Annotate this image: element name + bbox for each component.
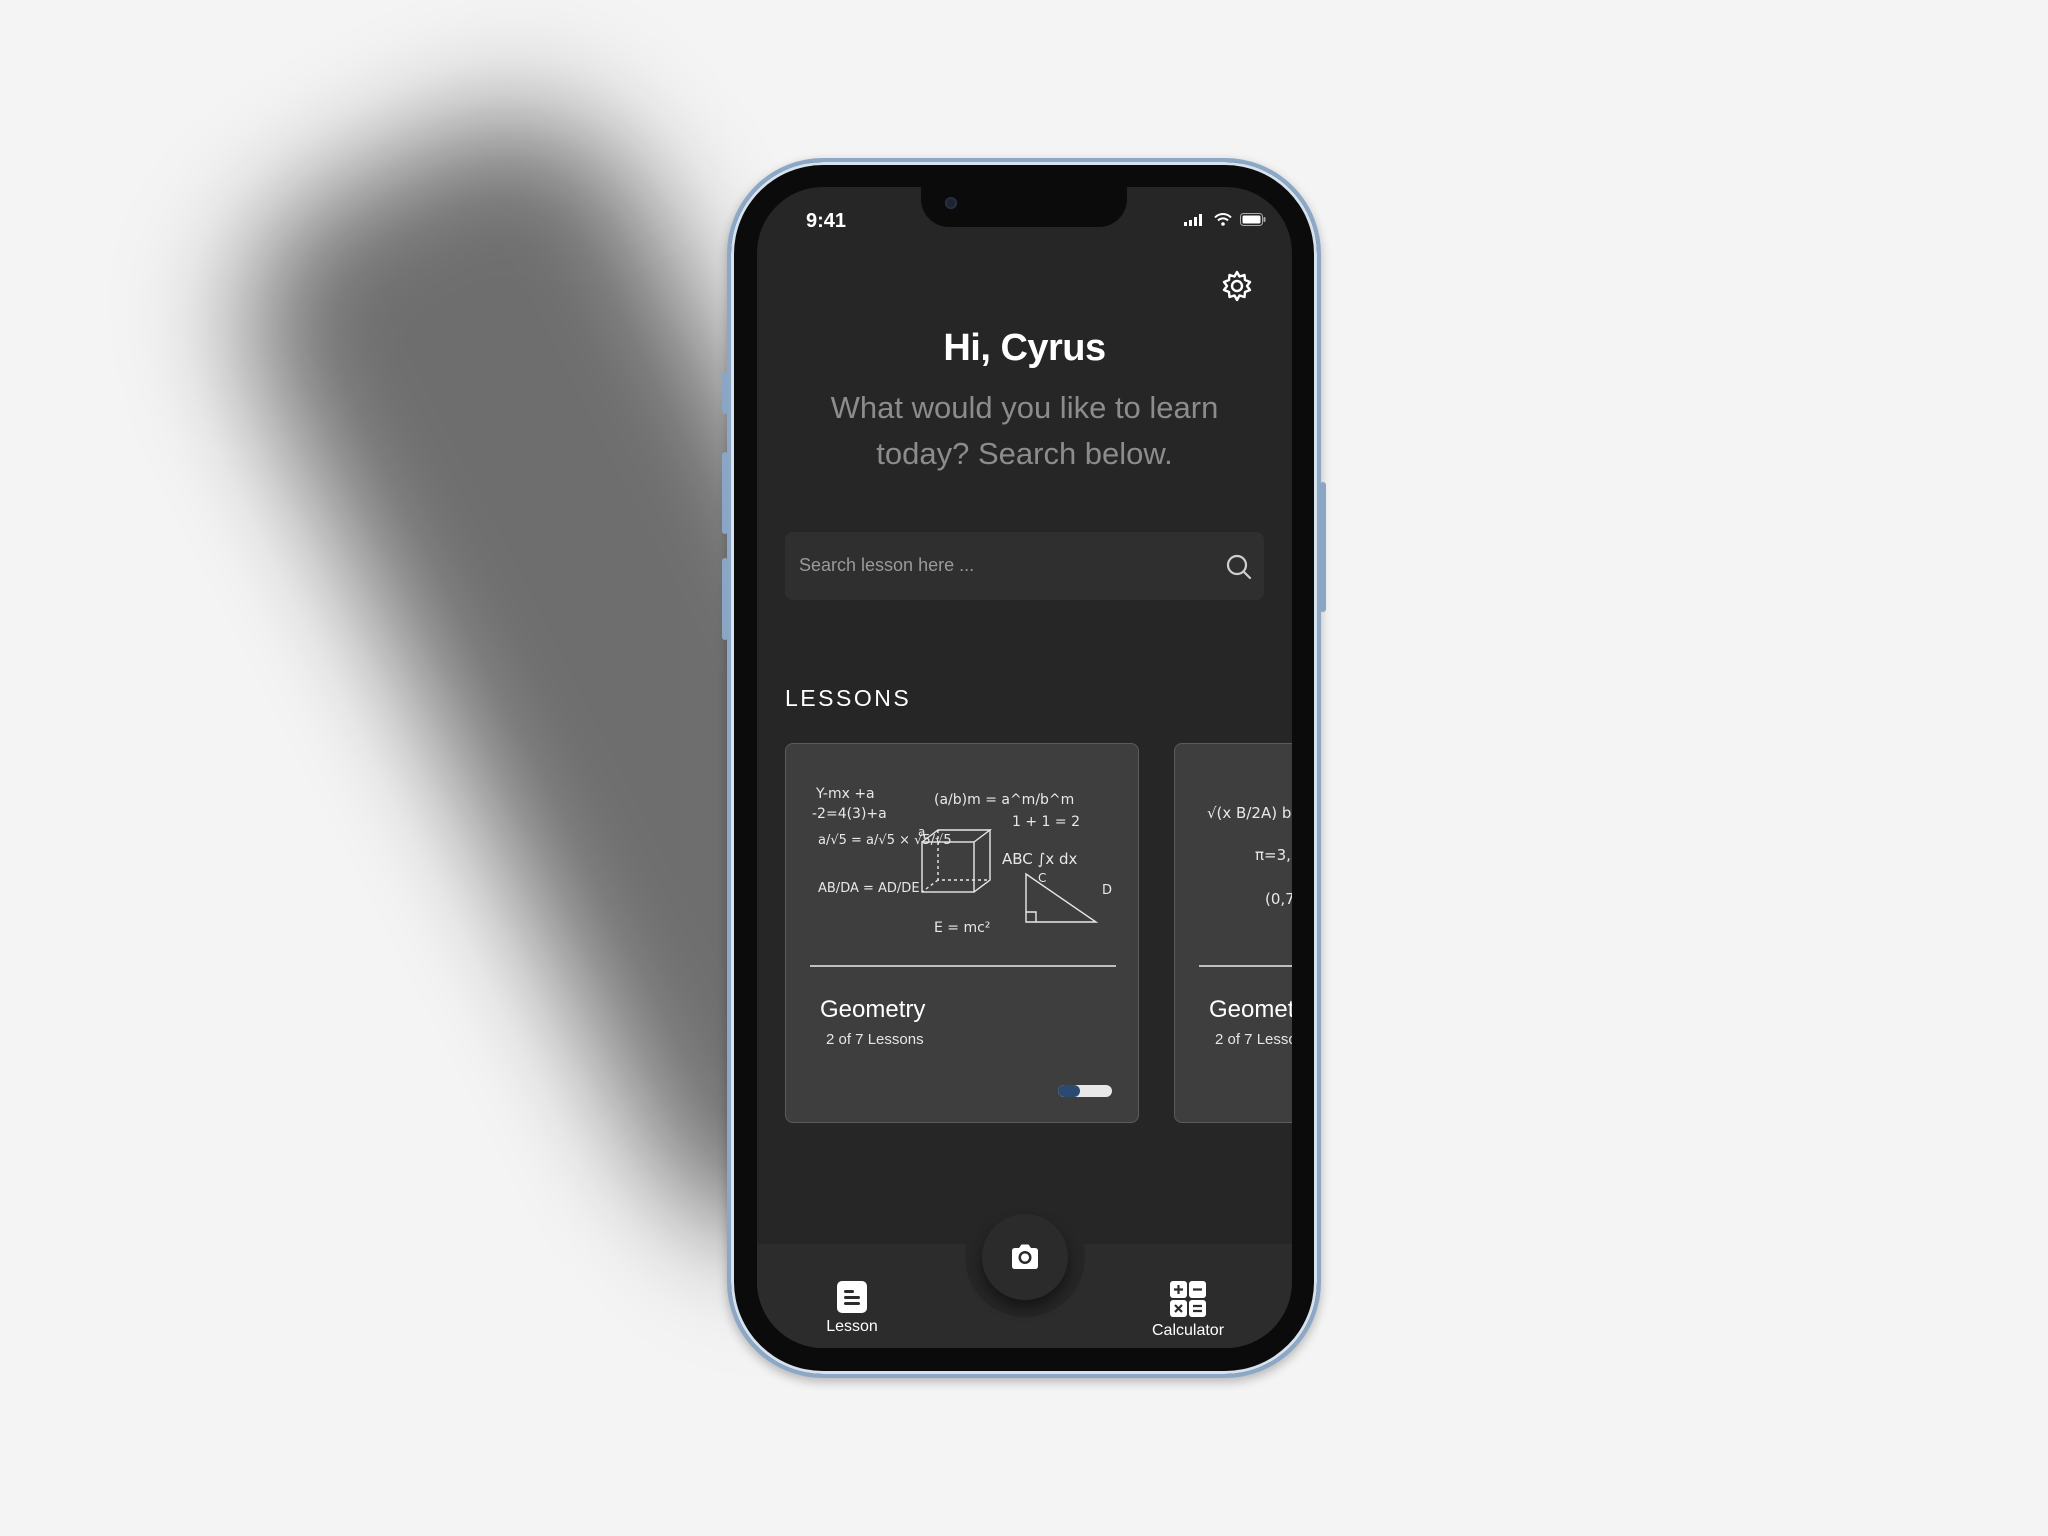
greeting-subtitle: What would you like to learn today? Sear…	[830, 390, 1219, 471]
card-divider	[1199, 965, 1292, 967]
wifi-icon	[1214, 213, 1232, 226]
card-divider	[810, 965, 1116, 967]
lessons-section-title: LESSONS	[785, 685, 912, 711]
progress-fill	[1058, 1085, 1080, 1097]
notch	[921, 187, 1127, 227]
camera-button[interactable]	[982, 1214, 1068, 1300]
nav-item-lesson[interactable]: Lesson	[807, 1280, 897, 1336]
svg-text:a: a	[918, 825, 925, 839]
nav-item-calculator[interactable]: Calculator	[1128, 1280, 1248, 1340]
card-progress-text: 2 of 7 Lessons	[826, 1031, 924, 1048]
status-time: 9:41	[806, 210, 847, 232]
svg-text:1 + 1 = 2: 1 + 1 = 2	[1012, 814, 1080, 830]
side-button-volume-up	[722, 452, 728, 534]
lesson-icon	[837, 1281, 867, 1313]
svg-text:D: D	[1102, 883, 1112, 898]
card-title: Geometry	[820, 996, 926, 1023]
side-button-silent	[722, 372, 728, 414]
status-icons	[1184, 213, 1266, 226]
battery-icon	[1240, 213, 1266, 226]
front-camera	[945, 197, 957, 209]
app-screen: 9:41 Hi, Cyrus What would you like to le…	[757, 187, 1292, 1348]
signal-icon	[1184, 213, 1202, 226]
svg-text:AB/DA = AD/DE: AB/DA = AD/DE	[818, 881, 920, 896]
card-progress-text: 2 of 7 Lessons	[1215, 1031, 1292, 1048]
svg-text:ABC ∫x dx: ABC ∫x dx	[1002, 850, 1078, 868]
lesson-card[interactable]: Y-mx +a -2=4(3)+a a/√5 = a/√5 × √5/√5 AB…	[785, 743, 1139, 1123]
svg-text:(a/b)m = a^m/b^m: (a/b)m = a^m/b^m	[934, 792, 1074, 808]
nav-label-calculator: Calculator	[1151, 1322, 1225, 1339]
math-formulas-illustration: √(x B/2A) b²= π=3,1 (0,7)	[1207, 804, 1292, 908]
card-progress-bar	[1058, 1085, 1112, 1097]
svg-text:-2=4(3)+a: -2=4(3)+a	[812, 806, 887, 822]
greeting-title: Hi, Cyrus	[943, 327, 1106, 369]
svg-text:(0,7): (0,7)	[1265, 890, 1292, 908]
search-input[interactable]: Search lesson here ...	[799, 555, 974, 576]
side-button-volume-down	[722, 558, 728, 640]
svg-text:π=3,1: π=3,1	[1255, 846, 1292, 864]
svg-text:E = mc²: E = mc²	[934, 920, 990, 936]
lesson-card[interactable]: √(x B/2A) b²= π=3,1 (0,7) Geometry 2 of …	[1174, 743, 1292, 1123]
svg-text:Y-mx +a: Y-mx +a	[815, 786, 875, 802]
search-icon[interactable]	[1224, 552, 1254, 582]
svg-text:√(x B/2A) b²=: √(x B/2A) b²=	[1207, 804, 1292, 822]
side-button-power	[1320, 482, 1326, 612]
camera-icon	[1012, 1244, 1038, 1269]
calculator-icon	[1170, 1281, 1206, 1317]
settings-gear-icon[interactable]	[1220, 269, 1254, 303]
card-title: Geometry	[1209, 996, 1292, 1023]
nav-label-lesson: Lesson	[826, 1318, 878, 1335]
math-formulas-illustration: Y-mx +a -2=4(3)+a a/√5 = a/√5 × √5/√5 AB…	[812, 786, 1112, 936]
search-bar[interactable]: Search lesson here ...	[785, 532, 1264, 600]
